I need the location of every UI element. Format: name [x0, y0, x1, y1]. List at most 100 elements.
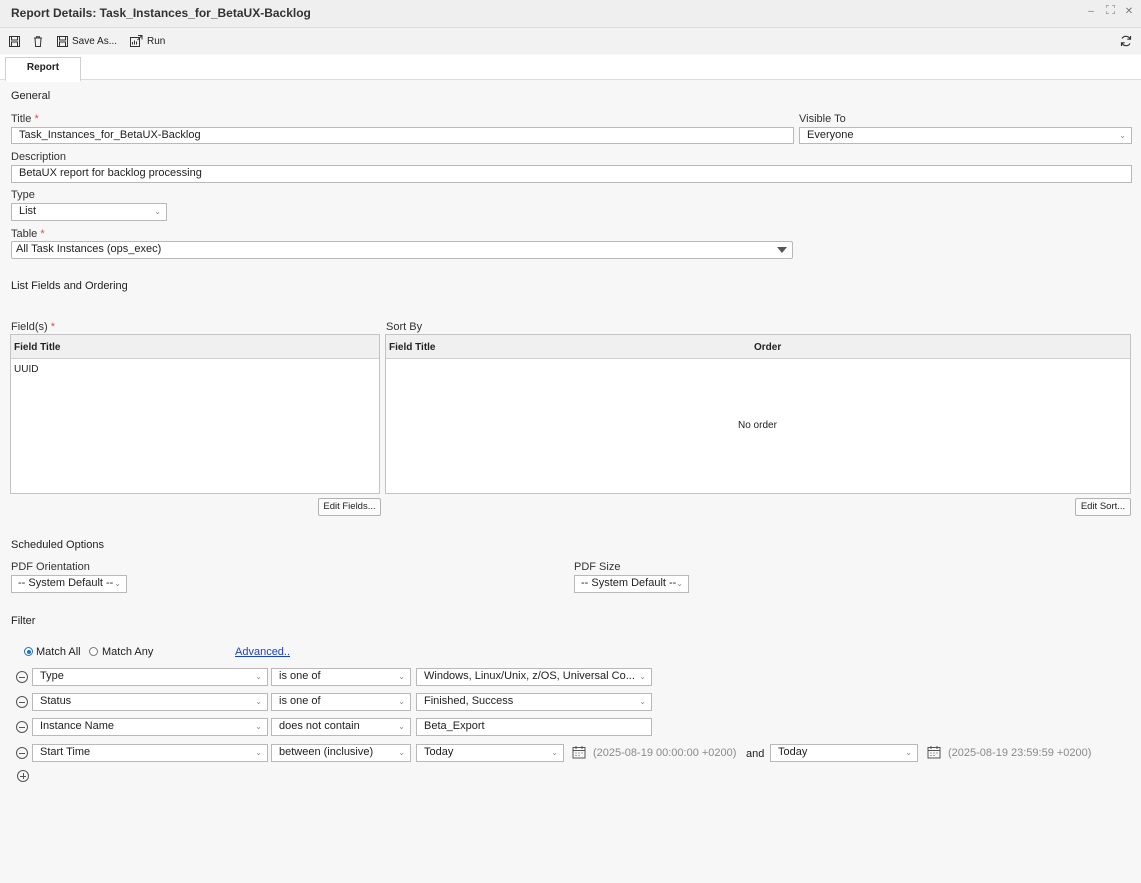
- chevron-down-icon: ⌄: [398, 697, 405, 706]
- description-label: Description: [11, 151, 67, 163]
- filter-end-date-value: Today: [778, 746, 808, 758]
- match-any-radio[interactable]: [89, 647, 98, 656]
- save-as-label: Save As...: [72, 35, 118, 47]
- filter-value-select[interactable]: Finished, Success ⌄: [416, 693, 652, 711]
- minimize-icon[interactable]: –: [1084, 5, 1098, 19]
- type-label: Type: [11, 189, 35, 201]
- visible-to-label: Visible To: [799, 113, 846, 125]
- filter-field-select[interactable]: Status ⌄: [32, 693, 268, 711]
- sort-grid[interactable]: Field Title Order No order: [385, 334, 1131, 494]
- run-label: Run: [147, 35, 166, 47]
- section-list-fields-heading: List Fields and Ordering: [11, 280, 128, 292]
- filter-value-select[interactable]: Windows, Linux/Unix, z/OS, Universal Co.…: [416, 668, 652, 686]
- chevron-down-icon: ⌄: [114, 579, 121, 588]
- filter-operator-select[interactable]: is one of ⌄: [271, 668, 411, 686]
- start-date-timestamp: (2025-08-19 00:00:00 +0200): [593, 747, 737, 759]
- filter-field-value: Type: [40, 670, 64, 682]
- type-select[interactable]: List ⌄: [11, 203, 167, 221]
- fields-col-title: Field Title: [14, 342, 61, 353]
- filter-field-select[interactable]: Instance Name ⌄: [32, 718, 268, 736]
- remove-condition-icon[interactable]: [16, 696, 28, 708]
- run-button[interactable]: Run: [130, 33, 165, 49]
- add-condition-icon[interactable]: [17, 770, 29, 782]
- title-input[interactable]: Task_Instances_for_BetaUX-Backlog: [11, 127, 794, 144]
- chevron-down-icon: ⌄: [255, 748, 262, 757]
- fields-grid-header: Field Title: [11, 335, 379, 359]
- calendar-icon[interactable]: [927, 745, 941, 759]
- filter-operator-select[interactable]: between (inclusive) ⌄: [271, 744, 411, 762]
- filter-operator-value: between (inclusive): [279, 746, 374, 758]
- table-value: All Task Instances (ops_exec): [16, 243, 162, 255]
- save-as-button[interactable]: Save As...: [57, 33, 117, 49]
- refresh-button[interactable]: [1120, 33, 1132, 49]
- chevron-down-icon: ⌄: [255, 722, 262, 731]
- filter-operator-value: is one of: [279, 670, 321, 682]
- chevron-down-icon: ⌄: [551, 748, 558, 757]
- save-icon: [9, 35, 20, 47]
- section-scheduled-heading: Scheduled Options: [11, 539, 104, 551]
- pdf-size-select[interactable]: -- System Default -- ⌄: [574, 575, 689, 593]
- filter-start-date-value: Today: [424, 746, 454, 758]
- visible-to-value: Everyone: [807, 129, 854, 141]
- match-any-label[interactable]: Match Any: [102, 646, 153, 658]
- save-button[interactable]: [9, 33, 20, 49]
- edit-sort-button[interactable]: Edit Sort...: [1075, 498, 1131, 516]
- run-report-icon: [130, 35, 143, 47]
- pdf-size-label: PDF Size: [574, 561, 621, 573]
- pdf-orientation-select[interactable]: -- System Default -- ⌄: [11, 575, 127, 593]
- sort-empty-message: No order: [738, 420, 777, 431]
- remove-condition-icon[interactable]: [16, 721, 28, 733]
- filter-value-text: Finished, Success: [424, 695, 514, 707]
- sort-col-order: Order: [754, 342, 782, 353]
- close-icon[interactable]: ✕: [1122, 5, 1136, 19]
- section-filter-heading: Filter: [11, 615, 36, 627]
- tab-bar: Report: [0, 55, 1141, 82]
- match-all-label[interactable]: Match All: [36, 646, 81, 658]
- chevron-down-icon: ⌄: [398, 672, 405, 681]
- title-label: Title *: [11, 113, 39, 125]
- chevron-down-icon: ⌄: [639, 672, 646, 681]
- filter-start-date-select[interactable]: Today ⌄: [416, 744, 564, 762]
- filter-field-select[interactable]: Start Time ⌄: [32, 744, 268, 762]
- description-input[interactable]: BetaUX report for backlog processing: [11, 165, 1132, 183]
- chevron-down-icon: ⌄: [639, 697, 646, 706]
- remove-condition-icon[interactable]: [16, 671, 28, 683]
- advanced-link[interactable]: Advanced..: [235, 646, 290, 658]
- sort-by-label: Sort By: [386, 321, 423, 333]
- filter-operator-select[interactable]: is one of ⌄: [271, 693, 411, 711]
- pdf-orientation-value: -- System Default --: [18, 577, 114, 589]
- table-select[interactable]: All Task Instances (ops_exec): [11, 241, 793, 259]
- chevron-down-icon: ⌄: [1119, 131, 1126, 140]
- chevron-down-icon: ⌄: [255, 697, 262, 706]
- filter-operator-select[interactable]: does not contain ⌄: [271, 718, 411, 736]
- match-all-radio[interactable]: [24, 647, 33, 656]
- window-title: Report Details: Task_Instances_for_BetaU…: [11, 6, 311, 20]
- pdf-size-value: -- System Default --: [581, 577, 677, 589]
- filter-field-select[interactable]: Type ⌄: [32, 668, 268, 686]
- chevron-down-icon: ⌄: [676, 579, 683, 588]
- filter-value-input[interactable]: Beta_Export: [416, 718, 652, 736]
- fields-label: Field(s) *: [11, 321, 56, 333]
- visible-to-select[interactable]: Everyone ⌄: [799, 127, 1132, 144]
- calendar-icon[interactable]: [572, 745, 586, 759]
- remove-condition-icon[interactable]: [16, 747, 28, 759]
- sort-grid-header: Field Title Order: [386, 335, 1130, 359]
- and-label: and: [746, 748, 765, 760]
- table-label: Table *: [11, 228, 45, 240]
- chevron-down-icon: ⌄: [398, 748, 405, 757]
- fields-grid[interactable]: Field Title UUID: [10, 334, 380, 494]
- filter-end-date-select[interactable]: Today ⌄: [770, 744, 918, 762]
- chevron-down-icon: ⌄: [905, 748, 912, 757]
- trash-icon: [34, 35, 42, 47]
- toolbar: Save As... Run: [0, 28, 1141, 54]
- maximize-icon[interactable]: [1103, 4, 1117, 19]
- filter-operator-value: does not contain: [279, 720, 360, 732]
- chevron-down-icon: ⌄: [154, 207, 161, 216]
- chevron-down-icon: ⌄: [255, 672, 262, 681]
- list-item[interactable]: UUID: [14, 364, 38, 375]
- edit-fields-button[interactable]: Edit Fields...: [318, 498, 381, 516]
- type-value: List: [19, 205, 37, 217]
- tab-report[interactable]: Report: [5, 57, 81, 82]
- title-bar: Report Details: Task_Instances_for_BetaU…: [0, 0, 1141, 28]
- delete-button[interactable]: [33, 33, 43, 49]
